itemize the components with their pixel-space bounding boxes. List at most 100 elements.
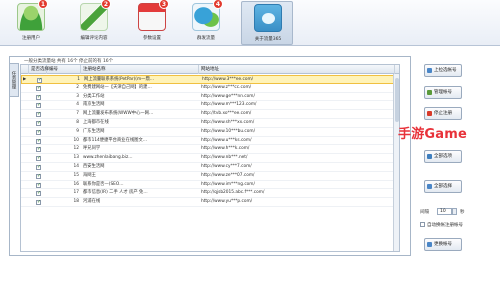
table-row[interactable]: 8 上海都市在线 http://www.sh***xx.com/ — [21, 119, 399, 128]
row-site-name: 河浦在线 — [83, 199, 101, 205]
select-all-sites-button[interactable]: 全部选择 — [424, 180, 462, 193]
row-checkbox[interactable] — [36, 120, 41, 126]
row-number: 17 — [73, 190, 79, 196]
toolbar-label: 关于流量365 — [254, 37, 282, 42]
toolbar-settings[interactable]: 3 参数设置 — [129, 0, 175, 45]
step-badge: 3 — [159, 0, 169, 9]
table-row[interactable]: 15 海网王 http://www.ze***07.com/ — [21, 172, 399, 181]
row-checkbox[interactable] — [36, 129, 41, 135]
toolbar-about[interactable]: 关于流量365 — [241, 1, 293, 45]
row-checkbox[interactable] — [36, 146, 41, 153]
row-url: http://qjsb2015.abc.f***.com/ — [201, 190, 265, 196]
interval-stepper[interactable] — [452, 208, 457, 215]
row-site-name: 呼兄同学 — [83, 146, 101, 152]
row-checkbox[interactable] — [36, 155, 41, 162]
pull-account-button[interactable]: 上拉选帐号 — [424, 64, 462, 77]
row-indicator — [22, 163, 28, 172]
row-indicator — [22, 181, 28, 190]
row-url: http://www.10***bu.com/ — [201, 128, 256, 134]
row-site-name: 上海都市在线 — [83, 120, 109, 125]
stop-icon — [427, 111, 432, 116]
row-indicator — [22, 198, 28, 207]
row-indicator — [22, 172, 28, 181]
toolbar-register-user[interactable]: 1 注册用户 — [8, 0, 54, 45]
row-number: 13 — [73, 155, 79, 161]
table-row[interactable]: 9 广东生活网 http://www.10***bu.com/ — [21, 128, 399, 137]
row-site-name: 西安生活网 — [83, 164, 105, 169]
row-checkbox[interactable] — [36, 85, 41, 91]
site-grid: 是否选择 编号 注册站名称 网站地址 ▶1网上流量联系系统(PetPar)(m一… — [20, 64, 400, 252]
row-checkbox[interactable] — [36, 190, 41, 197]
row-url: http://www.z***cc.com/ — [201, 84, 252, 90]
button-label: 管理帐号 — [434, 90, 452, 95]
table-row[interactable]: 4 南京生活网 http://www.m***123.com/ — [21, 101, 399, 111]
row-indicator — [22, 189, 28, 198]
row-checkbox[interactable] — [36, 164, 41, 170]
row-url: http://www.ge***nn.com/ — [201, 93, 255, 99]
table-row[interactable]: 3 分类工作站 http://www.ge***nn.com/ — [21, 93, 399, 102]
table-row[interactable]: 16 联系你是否—(SEO… http://www.im***ng.com/ — [21, 181, 399, 190]
row-number: 10 — [73, 137, 79, 143]
row-site-name: 南京生活网 — [83, 102, 105, 108]
row-indicator — [22, 128, 28, 137]
row-url: http://www.sh***xx.com/ — [201, 120, 255, 125]
table-row[interactable]: 18 河浦在线 http://www.yu***p.com/ — [21, 198, 399, 207]
side-tab[interactable]: 任务管理 — [9, 63, 19, 97]
col-number[interactable]: 编号 — [47, 65, 81, 74]
table-row[interactable]: 7 网上流量发布系统(WWW中心一网… http://tvb.xo***ee.com… — [21, 110, 399, 119]
row-checkbox[interactable] — [36, 138, 41, 144]
row-checkbox[interactable] — [37, 77, 42, 83]
toolbar-label: 注册用户 — [22, 36, 40, 41]
interval-unit: 秒 — [460, 210, 465, 215]
toolbar-edit-comment[interactable]: 2 编辑评论内容 — [71, 0, 117, 45]
stop-register-button[interactable]: 停止注册 — [424, 107, 462, 120]
row-number: 14 — [73, 164, 79, 169]
grid-scrollbar[interactable] — [393, 74, 399, 251]
row-site-name: 海网王 — [83, 172, 96, 178]
row-indicator — [22, 101, 28, 110]
interval-label: 间隔 — [420, 210, 429, 215]
row-checkbox[interactable] — [36, 102, 41, 109]
row-url: http://www.ze***07.com/ — [201, 172, 255, 178]
row-indicator — [22, 154, 28, 163]
row-checkbox[interactable] — [36, 182, 41, 188]
row-site-name: 都市信息(IR) 二手 人才 房产 免… — [83, 190, 148, 196]
manage-account-button[interactable]: 管理帐号 — [424, 86, 462, 99]
row-checkbox[interactable] — [36, 111, 41, 118]
auto-switch-label: 自动换帐注册帐号 — [427, 223, 463, 228]
status-bar — [0, 268, 500, 281]
table-row[interactable]: 10 都市114便捷平台商业在线图文… http://www.u***ks.com/ — [21, 137, 399, 146]
row-indicator — [22, 93, 28, 102]
row-checkbox[interactable] — [36, 199, 41, 206]
button-label: 全部选项 — [434, 154, 452, 159]
table-row[interactable]: 14 西安生活网 http://www.cy***7.com/ — [21, 163, 399, 172]
row-number: 7 — [76, 111, 79, 117]
table-row[interactable]: ▶1网上流量联系系统(PetPar)(m一鼎…http://www.3***ee… — [21, 75, 399, 84]
row-url: http://www.h***k.com/ — [201, 146, 250, 152]
row-url: http://www.nb***.net/ — [201, 155, 248, 161]
auto-switch-checkbox[interactable] — [420, 222, 425, 227]
table-row[interactable]: 12 呼兄同学 http://www.h***k.com/ — [21, 145, 399, 155]
manage-icon — [427, 90, 432, 95]
table-row[interactable]: 13 www.zhenlaibang.biz… http://www.nb***.n… — [21, 154, 399, 163]
toolbar: 1 注册用户 2 编辑评论内容 3 参数设置 4 群发流量 关于流量365 — [0, 0, 500, 46]
row-site-name: 分类工作站 — [83, 93, 105, 99]
interval-input[interactable]: 10 — [437, 208, 452, 215]
select-all-button[interactable]: 全部选项 — [424, 150, 462, 163]
col-site-name[interactable]: 注册站名称 — [81, 65, 199, 74]
table-row[interactable]: 2 免费建网站—【天津自己网】的建… http://www.z***cc.com/ — [21, 84, 399, 93]
switch-account-button[interactable]: 更换帐号 — [424, 238, 462, 251]
table-row[interactable]: 17 都市信息(IR) 二手 人才 房产 免… http://qjsb2015.ab… — [21, 189, 399, 199]
image-icon — [254, 4, 282, 32]
row-checkbox[interactable] — [36, 94, 41, 100]
row-checkbox[interactable] — [36, 173, 41, 179]
col-select[interactable]: 是否选择 — [29, 65, 49, 74]
row-url: http://www.yu***p.com/ — [201, 199, 253, 205]
row-number: 15 — [73, 172, 79, 178]
account-icon — [427, 68, 432, 73]
toolbar-label: 参数设置 — [143, 36, 161, 41]
scroll-thumb[interactable] — [395, 78, 399, 122]
toolbar-broadcast[interactable]: 4 群发流量 — [183, 0, 229, 45]
row-number: 12 — [73, 146, 79, 152]
col-url[interactable]: 网站地址 — [199, 65, 395, 74]
